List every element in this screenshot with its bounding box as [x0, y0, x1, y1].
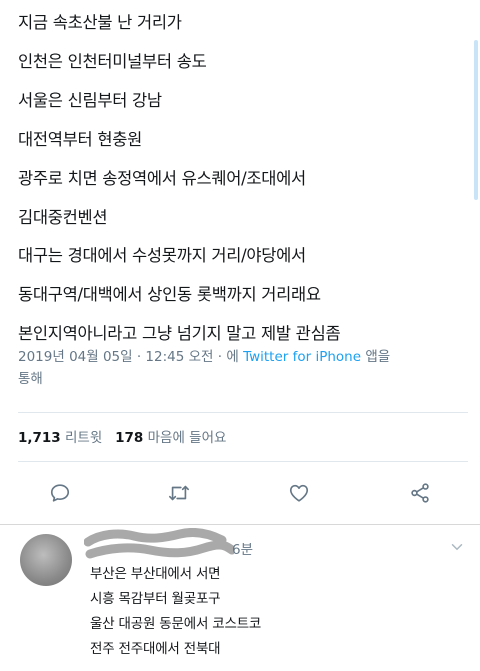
- reply-tweet[interactable]: 6분 부산은 부산대에서 서면 시흥 목감부터 월곶포구 울산 대공원 동문에서…: [0, 524, 480, 671]
- tweet-line: 서울은 신림부터 강남: [18, 90, 162, 110]
- share-button[interactable]: [400, 473, 440, 513]
- reply-icon: [50, 484, 70, 502]
- reply-time[interactable]: 6분: [232, 538, 253, 558]
- scrollbar[interactable]: [474, 40, 478, 200]
- tweet-text: 지금 속초산불 난 거리가 인천은 인천터미널부터 송도 서울은 신림부터 강남…: [18, 4, 468, 354]
- divider: [18, 412, 468, 413]
- tweet-line: 동대구역/대백에서 상인동 롯백까지 거리래요: [18, 285, 321, 305]
- tweet-actions: [0, 473, 480, 513]
- heart-icon: [289, 484, 309, 502]
- redacted-username: [84, 528, 234, 559]
- tweet-source-link[interactable]: Twitter for iPhone: [243, 349, 361, 365]
- tweet-source-suffix2: 통해: [18, 371, 43, 387]
- tweet-meta: 2019년 04월 05일 · 12:45 오전 · 에 Twitter for…: [18, 346, 468, 390]
- reply-text: 부산은 부산대에서 서면 시흥 목감부터 월곶포구 울산 대공원 동문에서 코스…: [90, 562, 450, 662]
- like-stat[interactable]: 178 마음에 들어요: [115, 430, 226, 446]
- reply-line: 시흥 목감부터 월곶포구: [90, 591, 221, 607]
- like-count: 178: [115, 430, 144, 446]
- retweet-stat[interactable]: 1,713 리트윗: [18, 430, 102, 446]
- reply-line: 부산은 부산대에서 서면: [90, 566, 221, 582]
- tweet-source-suffix: 앱을: [365, 349, 391, 365]
- tweet-line: 광주로 치면 송정역에서 유스퀘어/조대에서: [18, 168, 306, 188]
- tweet-line: 지금 속초산불 난 거리가: [18, 13, 182, 32]
- chevron-down-icon[interactable]: [448, 538, 466, 556]
- like-button[interactable]: [279, 473, 319, 513]
- tweet-line: 대전역부터 현충원: [18, 129, 142, 149]
- like-label: 마음에 들어요: [147, 430, 227, 446]
- tweet-timestamp[interactable]: 2019년 04월 05일 · 12:45 오전 · 에: [18, 349, 239, 365]
- tweet-line: 김대중컨벤션: [18, 207, 108, 227]
- reply-line: 울산 대공원 동문에서 코스트코: [90, 616, 262, 632]
- avatar[interactable]: [20, 534, 72, 586]
- share-icon: [411, 483, 429, 503]
- retweet-count: 1,713: [18, 430, 61, 446]
- tweet-line: 대구는 경대에서 수성못까지 거리/야당에서: [18, 246, 306, 266]
- reply-divider: [0, 524, 480, 525]
- divider: [18, 461, 468, 462]
- reply-button[interactable]: [40, 473, 80, 513]
- tweet-line: 인천은 인천터미널부터 송도: [18, 51, 207, 71]
- retweet-icon: [169, 485, 189, 501]
- tweet-stats: 1,713 리트윗 178 마음에 들어요: [18, 426, 226, 446]
- retweet-button[interactable]: [159, 473, 199, 513]
- retweet-label: 리트윗: [65, 430, 103, 446]
- reply-line: 전주 전주대에서 전북대: [90, 641, 221, 657]
